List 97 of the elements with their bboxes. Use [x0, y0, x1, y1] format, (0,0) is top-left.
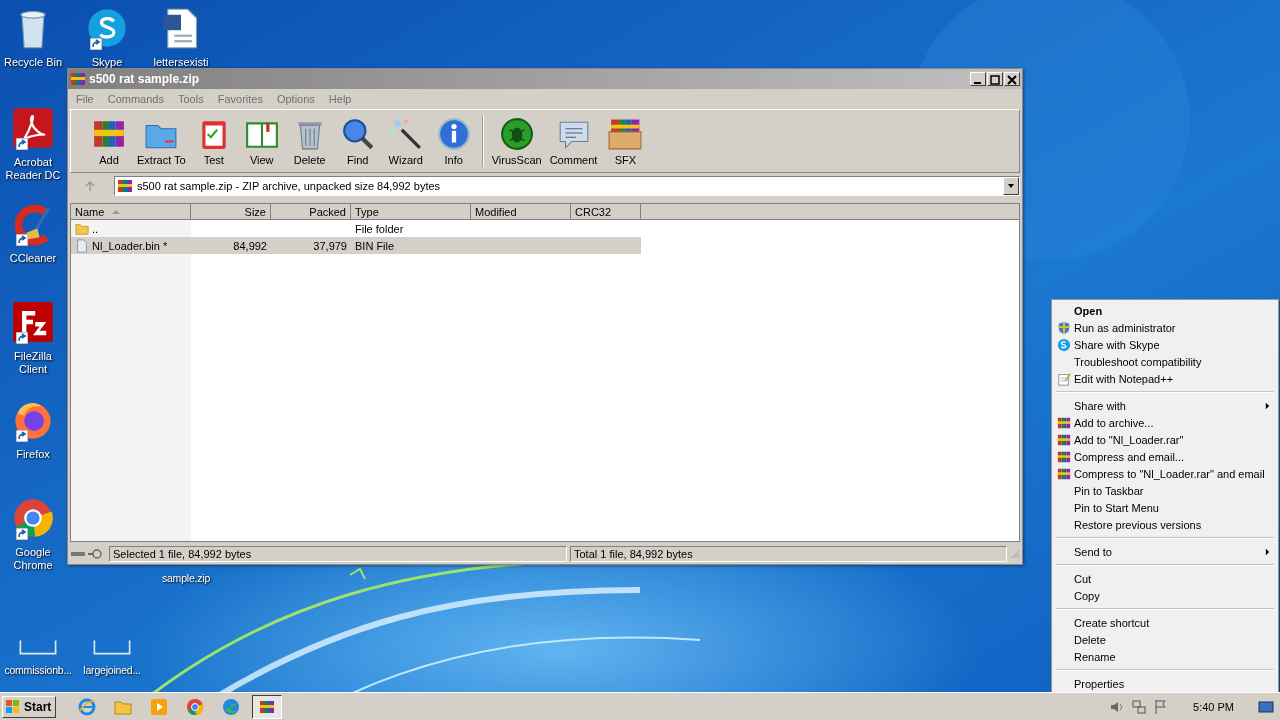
toolbar-button[interactable]: Find [333, 114, 382, 168]
table-cell[interactable]: .. [71, 220, 191, 237]
maximize-icon [989, 74, 1001, 86]
shield-icon [1057, 320, 1071, 335]
network-icon[interactable] [1131, 698, 1148, 715]
desktop-icon-label[interactable]: CCleaner [9, 252, 57, 265]
maximize-button[interactable] [987, 72, 1003, 86]
notepad-icon [1057, 371, 1071, 386]
menu-item[interactable]: Copy [1054, 587, 1276, 604]
column-header[interactable]: Size [191, 204, 271, 220]
menu-item[interactable]: Create shortcut [1054, 614, 1276, 631]
menu-item[interactable]: Troubleshoot compatibility [1054, 353, 1276, 370]
menu-item[interactable]: Pin to Start Menu [1054, 499, 1276, 516]
submenu-arrow-icon [1265, 401, 1270, 410]
menu-item[interactable]: Rename [1054, 648, 1276, 665]
toolbar-button[interactable]: Add [85, 114, 133, 168]
toolbar-button[interactable]: View [237, 114, 286, 168]
clock[interactable]: 5:40 PM [1193, 700, 1234, 713]
desktop-icon-label[interactable]: Firefox [16, 448, 50, 461]
toolbar-button[interactable]: SFX [601, 114, 650, 168]
address-field[interactable]: s500 rat sample.zip - ZIP archive, unpacked size 84,992 bytes [114, 176, 1020, 196]
books-icon [1057, 449, 1071, 464]
chrome-icon [185, 696, 206, 717]
menu-item[interactable]: Properties [1054, 675, 1276, 692]
info-icon [436, 116, 471, 151]
menu-item[interactable]: Pin to Taskbar [1054, 482, 1276, 499]
submenu-arrow-icon [1265, 547, 1270, 556]
file-icon [75, 238, 89, 253]
up-arrow-icon [84, 180, 96, 192]
books-icon [70, 71, 86, 87]
desktop-icon-label[interactable]: Google Chrome [1, 546, 65, 572]
menu-item[interactable]: Delete [1054, 631, 1276, 648]
books-icon [1057, 415, 1071, 430]
menu-item[interactable]: Open [1054, 302, 1276, 319]
skype-icon [1057, 337, 1071, 352]
menu-item[interactable]: Run as administrator [1054, 319, 1276, 336]
start-button[interactable]: Start [2, 695, 57, 718]
chrome-icon[interactable] [11, 496, 55, 540]
edge-icon [221, 696, 242, 717]
column-header[interactable]: Name [71, 204, 191, 220]
toolbar-button[interactable]: Test [189, 114, 238, 168]
toolbar-button[interactable]: Info [429, 114, 478, 168]
desktop-icon-label[interactable]: Skype [91, 56, 123, 69]
menu-item[interactable]: Restore previous versions [1054, 516, 1276, 533]
desktop-icon-label[interactable]: largejoined... [83, 664, 141, 677]
menu-item[interactable]: Edit with Notepad++ [1054, 370, 1276, 387]
desktop-icon-label[interactable]: sample.zip [161, 572, 211, 585]
show-desktop-icon[interactable] [1258, 698, 1274, 715]
fz-icon[interactable] [11, 300, 55, 344]
menu-item[interactable]: Add to "Nl_Loader.rar" [1054, 431, 1276, 448]
toolbar-button[interactable]: VirusScan [487, 114, 546, 168]
books-icon [117, 178, 133, 194]
column-header[interactable]: Modified [471, 204, 571, 220]
resize-grip-icon[interactable] [1010, 549, 1020, 559]
menu-item[interactable]: Add to archive... [1054, 414, 1276, 431]
desktop-icon-label[interactable]: FileZilla Client [1, 350, 65, 376]
taskbar-app-button[interactable] [252, 694, 283, 719]
media-player-icon [149, 696, 170, 717]
table-cell-text: File folder [354, 221, 405, 237]
desktop-icon-label[interactable]: Acrobat Reader DC [1, 156, 65, 182]
toolbar-button[interactable]: Wizard [381, 114, 430, 168]
window-title: s500 rat sample.zip [89, 72, 201, 86]
desktop-icon-label[interactable]: Recycle Bin [3, 56, 63, 69]
menu-item[interactable]: Send to [1054, 543, 1276, 560]
menu-item[interactable]: Compress and email... [1054, 448, 1276, 465]
status-text: Selected 1 file, 84,992 bytes [109, 546, 567, 562]
table-cell-text: 37,979 [312, 238, 348, 254]
table-cell[interactable]: Nl_Loader.bin * [71, 237, 191, 254]
bug-icon [499, 116, 534, 151]
skype-icon[interactable] [85, 6, 129, 50]
wand-icon [388, 116, 423, 151]
menu-item[interactable]: Cut [1054, 570, 1276, 587]
ie-icon [77, 696, 98, 717]
column-header[interactable]: Type [351, 204, 471, 220]
folder-icon [75, 221, 89, 236]
status-text: Total 1 file, 84,992 bytes [570, 546, 1007, 562]
column-header[interactable]: CRC32 [571, 204, 641, 220]
menu-item[interactable]: Compress to "Nl_Loader.rar" and email [1054, 465, 1276, 482]
toolbar-button[interactable]: Delete [285, 114, 334, 168]
column-header[interactable]: Packed [271, 204, 351, 220]
books-icon [1057, 466, 1071, 481]
table-cell-text: 84,992 [232, 238, 268, 254]
minimize-button[interactable] [970, 72, 986, 86]
toolbar-button[interactable]: Comment [545, 114, 602, 168]
toolbar-button[interactable]: Extract To [133, 114, 190, 168]
pdf-icon[interactable] [11, 106, 55, 150]
close-button[interactable] [1004, 72, 1020, 86]
menu-item[interactable]: Share with Skype [1054, 336, 1276, 353]
table-cell-text: BIN File [354, 238, 396, 254]
search-icon [340, 116, 375, 151]
desktop-icon-label[interactable]: commissionb... [4, 664, 72, 677]
menu-item[interactable]: Share with [1054, 397, 1276, 414]
close-icon [1006, 74, 1018, 86]
windows-logo-icon [5, 698, 21, 715]
minimize-icon [974, 82, 981, 84]
desktop-icon-label[interactable]: lettersexisti [153, 56, 209, 69]
books-icon [1057, 432, 1071, 447]
